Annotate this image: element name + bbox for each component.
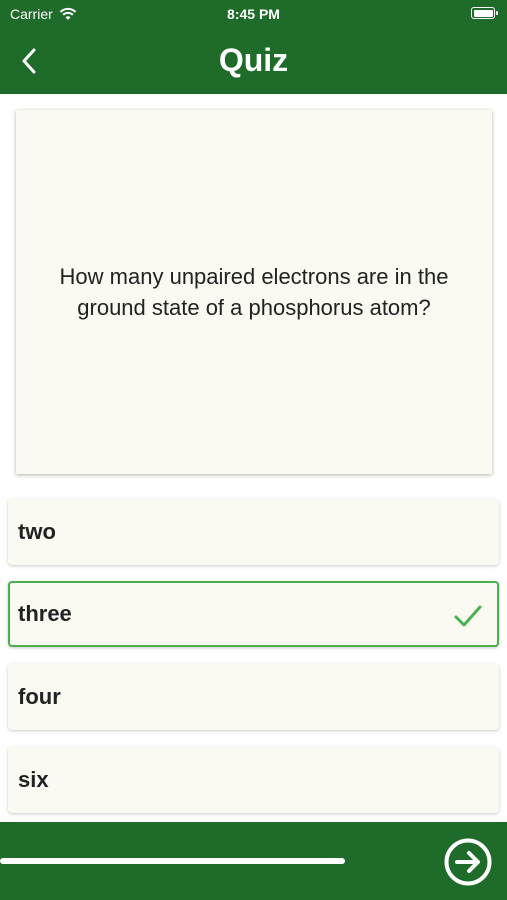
- next-button[interactable]: [444, 838, 492, 886]
- nav-bar: Quiz: [0, 28, 507, 94]
- progress-fill: [0, 858, 345, 864]
- answer-option-three[interactable]: three: [8, 581, 499, 647]
- checkmark-icon: [454, 605, 482, 627]
- bottom-bar: [0, 822, 507, 900]
- progress-bar: [0, 858, 507, 864]
- question-card: How many unpaired electrons are in the g…: [16, 110, 492, 474]
- answer-option-six[interactable]: six: [8, 747, 499, 813]
- question-text: How many unpaired electrons are in the g…: [59, 264, 449, 320]
- battery-icon: [471, 7, 498, 19]
- page-title: Quiz: [218, 42, 289, 78]
- answer-label: four: [18, 684, 61, 709]
- status-bar: Carrier 8:45 PM: [0, 0, 507, 28]
- answer-label: six: [18, 767, 49, 792]
- answer-label: three: [18, 601, 72, 626]
- answer-option-two[interactable]: two: [8, 499, 499, 565]
- answer-option-four[interactable]: four: [8, 664, 499, 730]
- clock: 8:45 PM: [227, 6, 280, 22]
- answer-label: two: [18, 519, 56, 544]
